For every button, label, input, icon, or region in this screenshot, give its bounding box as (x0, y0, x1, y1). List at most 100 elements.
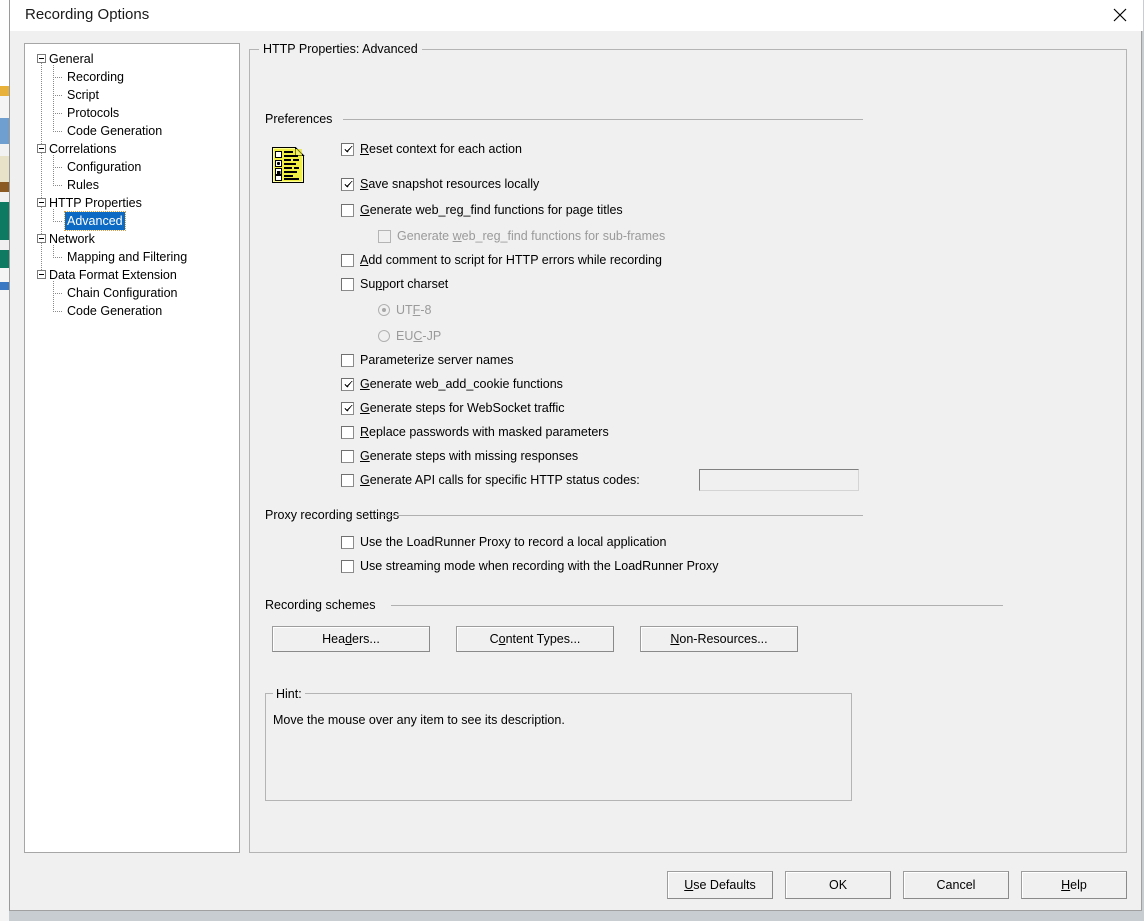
navigation-tree[interactable]: GeneralRecordingScriptProtocolsCode Gene… (24, 43, 240, 853)
checkbox-label: Generate steps with missing responses (360, 448, 578, 465)
checkbox-box[interactable] (341, 278, 354, 291)
checkbox-box[interactable] (341, 254, 354, 267)
background-strip-segment (0, 282, 9, 290)
section-preferences-rule (343, 119, 863, 120)
button-non-resources[interactable]: Non-Resources... (640, 626, 798, 652)
background-strip-segment (0, 96, 9, 118)
checkbox-label: Save snapshot resources locally (360, 176, 539, 193)
tree-item-protocols[interactable]: Protocols (25, 104, 239, 122)
section-schemes-rule (391, 605, 1003, 606)
tree-item-configuration[interactable]: Configuration (25, 158, 239, 176)
tree-item-label: Data Format Extension (47, 266, 179, 284)
tree-item-label: Protocols (65, 104, 121, 122)
checkbox-box[interactable] (341, 536, 354, 549)
tree-item-recording[interactable]: Recording (25, 68, 239, 86)
title-bar: Recording Options (10, 0, 1143, 31)
checkbox-box[interactable] (341, 426, 354, 439)
tree-expander-icon[interactable] (37, 144, 46, 153)
checkbox-box[interactable] (341, 204, 354, 217)
tree-expander-icon[interactable] (37, 270, 46, 279)
tree-item-chain-configuration[interactable]: Chain Configuration (25, 284, 239, 302)
radio-label: UTF-8 (396, 302, 431, 319)
checkbox-label: Replace passwords with masked parameters (360, 424, 609, 441)
radio-circle (378, 304, 390, 316)
checkbox-label: Generate web_add_cookie functions (360, 376, 563, 393)
background-strip-segment (0, 144, 9, 156)
tree-item-label: Recording (65, 68, 126, 86)
background-strip-segment (0, 240, 9, 250)
background-strip-segment (0, 202, 9, 240)
button-headers[interactable]: Headers... (272, 626, 430, 652)
close-icon[interactable] (1097, 0, 1143, 31)
checkbox-box[interactable] (341, 143, 354, 156)
background-strip-segment (0, 86, 9, 96)
checkbox-box[interactable] (341, 474, 354, 487)
checkbox-box[interactable] (341, 402, 354, 415)
tree-item-label: Code Generation (65, 122, 164, 140)
tree-expander-icon[interactable] (37, 234, 46, 243)
checkbox-label: Use streaming mode when recording with t… (360, 558, 719, 575)
checkbox-box[interactable] (341, 378, 354, 391)
background-strip-segment (0, 290, 9, 921)
button-content-types[interactable]: Content Types... (456, 626, 614, 652)
tree-item-mapping-and-filtering[interactable]: Mapping and Filtering (25, 248, 239, 266)
radio-dot (382, 308, 386, 312)
tree-item-general[interactable]: General (25, 50, 239, 68)
radio-circle (378, 330, 390, 342)
status-codes-input[interactable] (699, 469, 859, 491)
tree-item-label: Correlations (47, 140, 118, 158)
hint-group (265, 693, 852, 801)
tree-item-http-properties[interactable]: HTTP Properties (25, 194, 239, 212)
recording-options-dialog: Recording Options GeneralRecordingScript… (9, 0, 1142, 911)
button-cancel[interactable]: Cancel (903, 871, 1009, 899)
tree-item-label: Network (47, 230, 97, 248)
checkbox-label: Parameterize server names (360, 352, 514, 369)
checkbox-label: Generate web_reg_find functions for sub-… (397, 228, 665, 245)
tree-item-code-generation[interactable]: Code Generation (25, 122, 239, 140)
checkbox-label: Use the LoadRunner Proxy to record a loc… (360, 534, 666, 551)
checkbox-box[interactable] (341, 560, 354, 573)
background-window-strip (0, 0, 9, 921)
hint-legend: Hint: (273, 687, 305, 701)
tree-item-code-generation[interactable]: Code Generation (25, 302, 239, 320)
tree-item-label: HTTP Properties (47, 194, 144, 212)
dialog-client-area: GeneralRecordingScriptProtocolsCode Gene… (11, 31, 1141, 909)
checkbox-box[interactable] (341, 178, 354, 191)
checkbox-box[interactable] (341, 354, 354, 367)
background-strip-segment (0, 182, 9, 192)
tree-item-correlations[interactable]: Correlations (25, 140, 239, 158)
checkbox-label: Add comment to script for HTTP errors wh… (360, 252, 662, 269)
background-strip-segment (0, 250, 9, 268)
tree-item-script[interactable]: Script (25, 86, 239, 104)
background-strip-segment (0, 0, 9, 86)
tree-item-advanced[interactable]: Advanced (25, 212, 239, 230)
section-proxy-recording: Proxy recording settings (265, 508, 399, 522)
checkbox-label: Reset context for each action (360, 141, 522, 158)
button-help[interactable]: Help (1021, 871, 1127, 899)
background-strip-segment (0, 192, 9, 202)
background-strip-segment (0, 118, 9, 144)
section-recording-schemes: Recording schemes (265, 598, 375, 612)
button-use-defaults[interactable]: Use Defaults (667, 871, 773, 899)
tree-item-network[interactable]: Network (25, 230, 239, 248)
tree-item-data-format-extension[interactable]: Data Format Extension (25, 266, 239, 284)
tree-expander-icon[interactable] (37, 198, 46, 207)
tree-item-label: Advanced (65, 212, 125, 230)
tree-item-rules[interactable]: Rules (25, 176, 239, 194)
hint-text: Move the mouse over any item to see its … (273, 713, 565, 727)
tree-item-label: Rules (65, 176, 101, 194)
group-title: HTTP Properties: Advanced (259, 42, 422, 56)
checkbox-box[interactable] (341, 450, 354, 463)
section-preferences: Preferences (265, 112, 332, 126)
options-document-icon (272, 147, 305, 183)
background-strip-segment (0, 156, 9, 182)
radio-label: EUC-JP (396, 328, 441, 345)
background-strip-segment (0, 268, 9, 282)
tree-expander-icon[interactable] (37, 54, 46, 63)
window-title: Recording Options (25, 6, 149, 23)
tree-item-label: General (47, 50, 95, 68)
checkbox-label: Generate API calls for specific HTTP sta… (360, 472, 640, 489)
checkbox-label: Generate web_reg_find functions for page… (360, 202, 623, 219)
checkbox-label: Support charset (360, 276, 448, 293)
button-ok[interactable]: OK (785, 871, 891, 899)
